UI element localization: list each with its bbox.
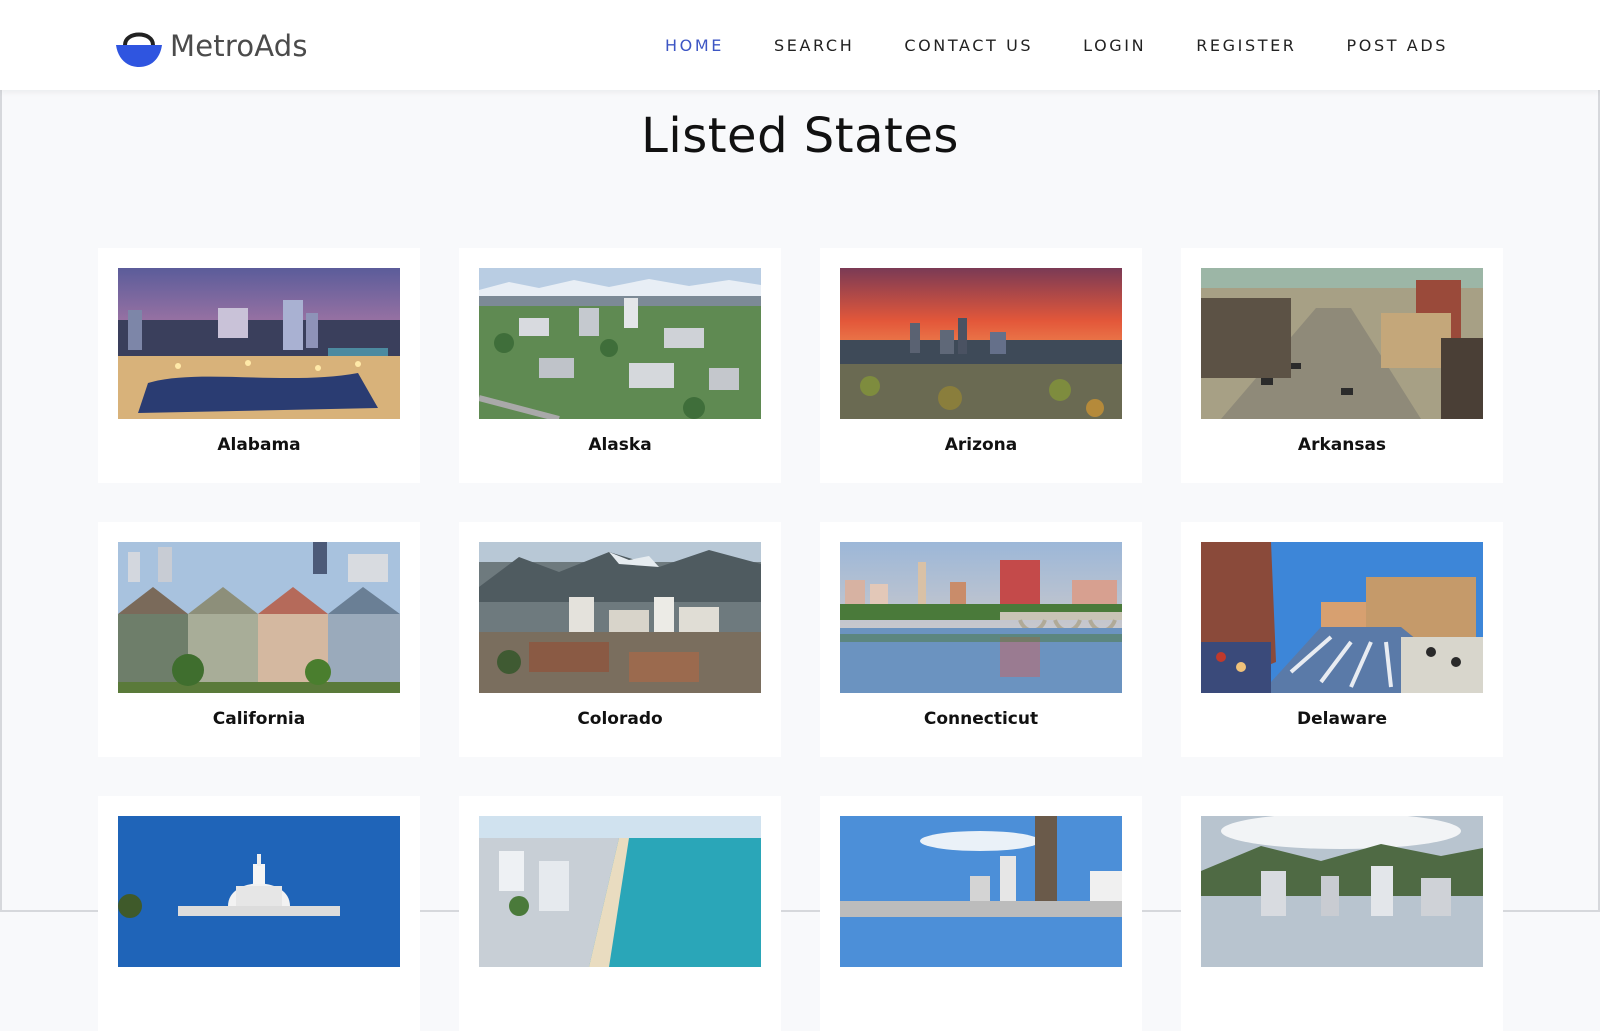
site-header: MetroAds HOME SEARCH CONTACT US LOGIN RE… <box>0 0 1600 90</box>
nav-search[interactable]: SEARCH <box>774 36 854 55</box>
nav-register[interactable]: REGISTER <box>1196 36 1296 55</box>
state-image-capitol <box>118 816 400 967</box>
state-image-connecticut <box>840 542 1122 693</box>
state-card-colorado[interactable]: Colorado <box>459 522 781 757</box>
state-card-alaska[interactable]: Alaska <box>459 248 781 483</box>
state-name: Delaware <box>1296 709 1388 729</box>
state-name: Arkansas <box>1297 435 1387 455</box>
state-card-arizona[interactable]: Arizona <box>820 248 1142 483</box>
state-card-12[interactable] <box>1181 796 1503 1031</box>
logo-text: MetroAds <box>170 29 308 63</box>
state-image-hills-city <box>1201 816 1483 967</box>
states-grid: Alabama Alaska Arizona Arkansas Californ… <box>98 248 1503 1031</box>
state-name: Connecticut <box>923 709 1039 729</box>
state-image-california <box>118 542 400 693</box>
state-image-beach <box>479 816 761 967</box>
nav-login[interactable]: LOGIN <box>1083 36 1146 55</box>
state-card-delaware[interactable]: Delaware <box>1181 522 1503 757</box>
logo-link[interactable]: MetroAds <box>114 22 308 70</box>
nav-home[interactable]: HOME <box>665 36 724 55</box>
state-name: Colorado <box>577 709 663 729</box>
state-card-alabama[interactable]: Alabama <box>98 248 420 483</box>
basket-logo-icon <box>116 32 162 67</box>
state-name: Alaska <box>588 435 652 455</box>
page-title: Listed States <box>641 108 959 164</box>
state-image-skyline <box>840 816 1122 967</box>
state-card-11[interactable] <box>820 796 1142 1031</box>
state-card-connecticut[interactable]: Connecticut <box>820 522 1142 757</box>
state-image-alaska <box>479 268 761 419</box>
state-card-california[interactable]: California <box>98 522 420 757</box>
nav-contact-us[interactable]: CONTACT US <box>904 36 1033 55</box>
main-nav: HOME SEARCH CONTACT US LOGIN REGISTER PO… <box>615 0 1448 90</box>
state-card-10[interactable] <box>459 796 781 1031</box>
state-image-alabama <box>118 268 400 419</box>
state-card-arkansas[interactable]: Arkansas <box>1181 248 1503 483</box>
state-name: Alabama <box>217 435 301 455</box>
state-name: California <box>212 709 306 729</box>
state-image-arkansas <box>1201 268 1483 419</box>
state-image-arizona <box>840 268 1122 419</box>
state-card-9[interactable] <box>98 796 420 1031</box>
state-image-colorado <box>479 542 761 693</box>
state-image-delaware <box>1201 542 1483 693</box>
nav-post-ads[interactable]: POST ADS <box>1347 36 1448 55</box>
state-name: Arizona <box>944 435 1018 455</box>
